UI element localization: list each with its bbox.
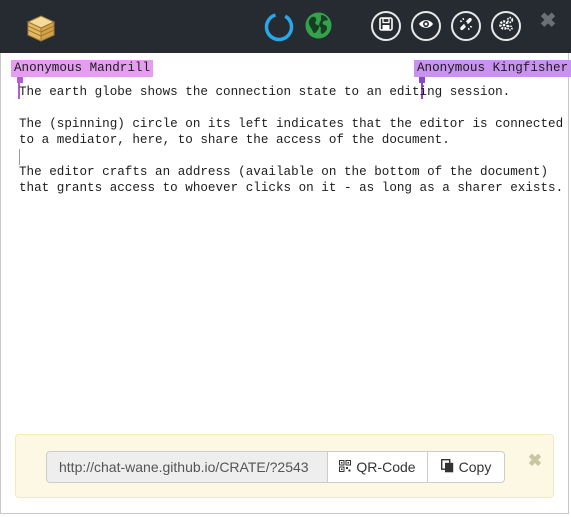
cursor-label-kingfisher: Anonymous Kingfisher <box>414 60 571 77</box>
toolbar: ✖ <box>0 0 571 53</box>
qr-code-label: QR-Code <box>356 459 416 475</box>
connection-spinner-icon <box>263 11 295 43</box>
cursor-label-mandrill: Anonymous Mandrill <box>11 60 154 77</box>
copy-label: Copy <box>458 459 492 475</box>
share-url-field[interactable]: http://chat-wane.github.io/CRATE/?2543 <box>46 451 328 483</box>
settings-button[interactable] <box>491 11 521 41</box>
document-editor[interactable]: Anonymous Mandrill Anonymous Kingfisher … <box>0 53 571 433</box>
editor-line: The (spinning) circle on its left indica… <box>19 117 564 131</box>
unlink-button[interactable] <box>451 11 481 41</box>
gears-icon <box>498 16 514 37</box>
editor-line: to a mediator, here, to share the access… <box>19 133 450 147</box>
close-icon[interactable]: ✖ <box>525 451 545 471</box>
unlink-icon <box>458 16 474 37</box>
qr-code-button[interactable]: QR-Code <box>327 451 428 483</box>
editor-line: The earth globe shows the connection sta… <box>19 85 511 99</box>
share-panel: http://chat-wane.github.io/CRATE/?2543 Q… <box>15 434 554 498</box>
close-icon[interactable]: ✖ <box>537 10 559 32</box>
editor-line: that grants access to whoever clicks on … <box>19 181 564 195</box>
save-icon <box>379 16 393 36</box>
qrcode-icon <box>339 459 352 475</box>
globe-icon[interactable] <box>304 11 333 40</box>
save-button[interactable] <box>371 11 401 41</box>
copy-button[interactable]: Copy <box>427 451 505 483</box>
crate-logo-icon <box>26 13 56 43</box>
editor-line: The editor crafts an address (available … <box>19 165 549 179</box>
eye-icon <box>418 17 434 35</box>
text-cursor <box>19 149 20 165</box>
preview-button[interactable] <box>411 11 441 41</box>
copy-icon <box>440 458 454 476</box>
